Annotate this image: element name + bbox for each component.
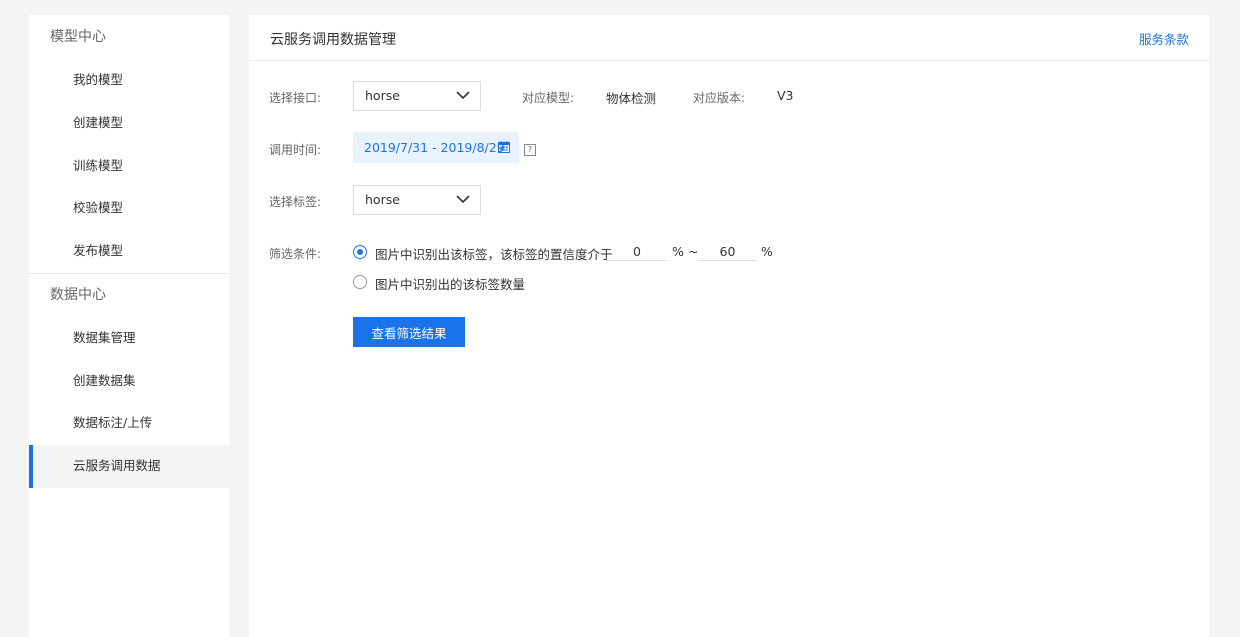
interface-select[interactable]: horse xyxy=(353,81,481,111)
sidebar-item-create-dataset[interactable]: 创建数据集 xyxy=(29,360,229,403)
percent-tilde: % ~ xyxy=(672,244,699,259)
tag-label: 选择标签: xyxy=(269,195,322,209)
terms-of-service-link[interactable]: 服务条款 xyxy=(1139,29,1189,48)
model-label: 对应模型: xyxy=(522,91,575,105)
chevron-down-icon xyxy=(456,195,470,204)
version-value: V3 xyxy=(777,88,794,103)
sidebar-item-create-model[interactable]: 创建模型 xyxy=(29,102,229,145)
count-option-label: 图片中识别出的该标签数量 xyxy=(375,277,526,292)
sidebar-item-data-annotation[interactable]: 数据标注/上传 xyxy=(29,402,229,445)
section-title-data-center: 数据中心 xyxy=(29,272,229,317)
main-panel: 云服务调用数据管理 服务条款 选择接口: horse 对应模型: 物体检测 对应… xyxy=(249,15,1209,637)
date-range-value: 2019/7/31 - 2019/8/29 xyxy=(364,140,505,155)
confidence-option-label: 图片中识别出该标签，该标签的置信度介于 xyxy=(375,247,613,262)
count-radio[interactable] xyxy=(353,275,367,289)
date-range-picker[interactable]: 2019/7/31 - 2019/8/29 xyxy=(353,132,519,163)
sidebar-item-my-models[interactable]: 我的模型 xyxy=(29,59,229,102)
main-header: 云服务调用数据管理 服务条款 xyxy=(249,15,1209,61)
interface-select-value: horse xyxy=(365,88,400,103)
page-title: 云服务调用数据管理 xyxy=(270,32,396,48)
filter-label: 筛选条件: xyxy=(269,247,322,261)
confidence-max-input[interactable] xyxy=(698,243,757,261)
calendar-icon xyxy=(498,141,510,153)
time-label: 调用时间: xyxy=(269,143,322,157)
model-value: 物体检测 xyxy=(606,91,657,106)
interface-label: 选择接口: xyxy=(269,91,322,105)
chevron-down-icon xyxy=(456,91,470,100)
version-label: 对应版本: xyxy=(693,91,746,105)
sidebar: 模型中心 我的模型 创建模型 训练模型 校验模型 发布模型 数据中心 数据集管理… xyxy=(29,15,229,637)
section-title-model-center: 模型中心 xyxy=(50,29,106,45)
sidebar-item-cloud-service-data[interactable]: 云服务调用数据 xyxy=(29,445,229,488)
confidence-min-input[interactable] xyxy=(607,243,667,261)
sidebar-item-train-model[interactable]: 训练模型 xyxy=(29,145,229,188)
tag-select-value: horse xyxy=(365,192,400,207)
percent-suffix: % xyxy=(761,244,773,259)
view-filter-results-button[interactable]: 查看筛选结果 xyxy=(353,317,465,347)
sidebar-item-validate-model[interactable]: 校验模型 xyxy=(29,187,229,230)
help-icon[interactable]: ? xyxy=(524,144,536,156)
tag-select[interactable]: horse xyxy=(353,185,481,215)
sidebar-item-publish-model[interactable]: 发布模型 xyxy=(29,230,229,273)
sidebar-item-dataset-management[interactable]: 数据集管理 xyxy=(29,317,229,360)
confidence-radio[interactable] xyxy=(353,245,367,259)
